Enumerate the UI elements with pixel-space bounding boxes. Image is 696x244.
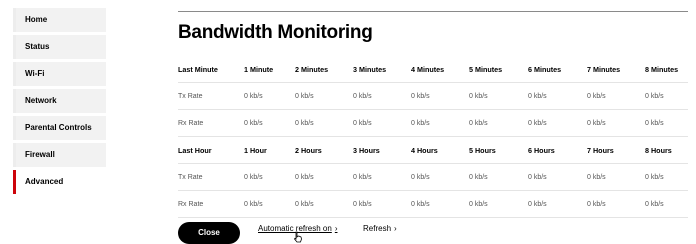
table-cell: 8 Minutes [645,56,688,83]
table-cell: 0 kb/s [587,109,645,137]
page-title: Bandwidth Monitoring [178,22,373,43]
table-cell: 6 Hours [528,136,587,164]
table-cell: 0 kb/s [587,163,645,191]
table-cell: Tx Rate [178,82,244,110]
table-cell: 0 kb/s [244,190,295,218]
table-row: Rx Rate 0 kb/s 0 kb/s 0 kb/s 0 kb/s 0 kb/s 0 k… [178,190,688,218]
table-cell: 4 Hours [411,136,469,164]
close-button[interactable]: Close [178,222,240,244]
table-cell: 0 kb/s [295,190,353,218]
sidebar-item-network[interactable]: Network [13,89,106,113]
table-cell: 0 kb/s [353,82,411,110]
sidebar-item-status[interactable]: Status [13,35,106,59]
table-cell: 0 kb/s [353,190,411,218]
sidebar-item-parental-controls[interactable]: Parental Controls [13,116,106,140]
table-cell: 0 kb/s [295,82,353,110]
table-row: Tx Rate 0 kb/s 0 kb/s 0 kb/s 0 kb/s 0 kb/s 0 k… [178,82,688,110]
hand-pointer-icon [293,231,302,243]
table-cell: 0 kb/s [469,82,528,110]
table-cell: 0 kb/s [645,82,688,110]
table-cell: 0 kb/s [244,82,295,110]
table-cell: 3 Hours [353,136,411,164]
bandwidth-table: Last Minute 1 Minute 2 Minutes 3 Minutes 4 M… [178,56,688,218]
table-row: Tx Rate 0 kb/s 0 kb/s 0 kb/s 0 kb/s 0 kb/s 0 k… [178,163,688,191]
table-cell: 0 kb/s [411,109,469,137]
table-cell: 7 Hours [587,136,645,164]
table-cell: 0 kb/s [353,163,411,191]
table-cell: 0 kb/s [645,163,688,191]
table-cell: 2 Minutes [295,56,353,83]
table-cell: 0 kb/s [295,163,353,191]
table-cell: Last Hour [178,136,244,164]
table-cell: 6 Minutes [528,56,587,83]
table-cell: 0 kb/s [469,190,528,218]
sidebar-item-home[interactable]: Home [13,8,106,32]
sidebar-item-firewall[interactable]: Firewall [13,143,106,167]
sidebar-item-advanced[interactable]: Advanced [13,170,106,194]
chevron-right-icon: › [334,224,338,233]
table-cell: 0 kb/s [469,109,528,137]
table-cell: 5 Hours [469,136,528,164]
table-header-row: Last Hour 1 Hour 2 Hours 3 Hours 4 Hours 5 Ho… [178,136,688,164]
sidebar-nav: Home Status Wi-Fi Network Parental Contr… [13,8,106,197]
table-cell: 8 Hours [645,136,688,164]
table-cell: Rx Rate [178,109,244,137]
table-cell: 0 kb/s [587,190,645,218]
table-cell: 0 kb/s [411,82,469,110]
table-cell: 0 kb/s [645,190,688,218]
table-cell: 0 kb/s [528,109,587,137]
table-cell: Last Minute [178,56,244,83]
table-cell: Rx Rate [178,190,244,218]
table-cell: 2 Hours [295,136,353,164]
table-cell: 0 kb/s [587,82,645,110]
table-cell: Tx Rate [178,163,244,191]
table-cell: 0 kb/s [295,109,353,137]
table-cell: 1 Minute [244,56,295,83]
table-cell: 0 kb/s [528,163,587,191]
table-cell: 5 Minutes [469,56,528,83]
table-row: Rx Rate 0 kb/s 0 kb/s 0 kb/s 0 kb/s 0 kb/s 0 k… [178,109,688,137]
table-cell: 0 kb/s [244,109,295,137]
table-cell: 0 kb/s [411,190,469,218]
table-header-row: Last Minute 1 Minute 2 Minutes 3 Minutes 4 M… [178,56,688,83]
table-cell: 3 Minutes [353,56,411,83]
refresh-label: Refresh [363,224,392,233]
chevron-right-icon: › [394,224,397,233]
table-cell: 0 kb/s [469,163,528,191]
table-cell: 0 kb/s [353,109,411,137]
table-cell: 0 kb/s [244,163,295,191]
table-cell: 7 Minutes [587,56,645,83]
divider [178,11,688,12]
sidebar-item-wifi[interactable]: Wi-Fi [13,62,106,86]
table-cell: 0 kb/s [411,163,469,191]
table-cell: 1 Hour [244,136,295,164]
table-cell: 0 kb/s [645,109,688,137]
table-cell: 4 Minutes [411,56,469,83]
table-cell: 0 kb/s [528,82,587,110]
refresh-link[interactable]: Refresh › [363,224,397,233]
table-cell: 0 kb/s [528,190,587,218]
